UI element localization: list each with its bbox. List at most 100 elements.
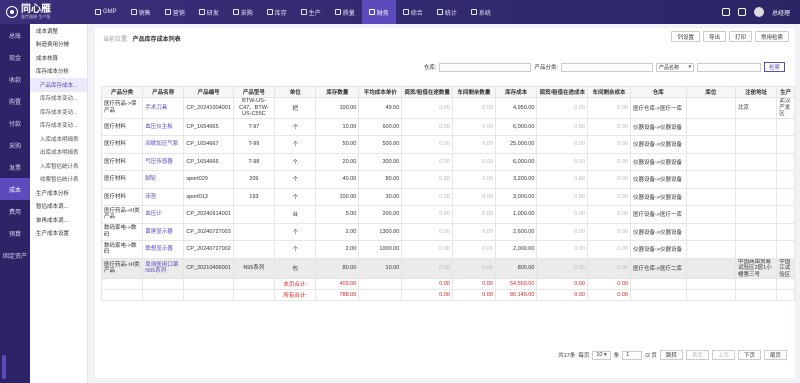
avatar[interactable]: [753, 7, 764, 17]
message-icon[interactable]: [737, 8, 746, 16]
table-cell[interactable]: 血压计: [142, 205, 185, 224]
sidebar-item-7[interactable]: 成本: [0, 178, 30, 200]
table-row[interactable]: 医疗材料 脚轮 sport029 209 个 40.00 80.00 0.00 0.00 3,20…: [101, 170, 795, 189]
submenu-item[interactable]: 入库成本明细表: [30, 132, 87, 146]
sidebar-item-0[interactable]: 总账: [0, 24, 30, 46]
table-cell[interactable]: 血压仪主板: [142, 117, 185, 136]
column-header[interactable]: 生产: [776, 86, 795, 98]
column-header[interactable]: 单位: [273, 86, 317, 98]
column-header[interactable]: 车间剩余成本: [586, 86, 631, 98]
table-row[interactable]: 医疗材料 气压传感器 CP_1654666 T-98 个 20.00 300.00 0.00 0…: [101, 152, 795, 171]
nav-item-11[interactable]: 系统: [464, 0, 498, 24]
submenu-item[interactable]: 库存成本变动...: [30, 119, 87, 133]
toolbar-button[interactable]: 打印: [728, 31, 752, 42]
column-header[interactable]: 库存成本: [494, 86, 538, 98]
column-header[interactable]: 产品名称: [142, 86, 185, 98]
table-row[interactable]: 数码家电->数码 联想显示器 CP_20240727002 个 2.00 1000.00 0…: [101, 240, 795, 259]
jump-button[interactable]: 跳转: [659, 350, 683, 360]
nav-item-6[interactable]: 生产: [294, 0, 328, 24]
nav-item-1[interactable]: 销售: [124, 0, 158, 24]
table-cell[interactable]: 床垫: [142, 187, 185, 206]
prev-page-button[interactable]: 上页: [711, 350, 735, 360]
nav-item-2[interactable]: 营销: [158, 0, 192, 24]
column-header[interactable]: 调货/租借在途成本: [536, 86, 588, 98]
table-row[interactable]: 医疗药品->II类产品 靠测医用口罩N95系列 CP_20210406001 N95系…: [101, 257, 795, 279]
submenu-item[interactable]: 暂估成本调...: [30, 200, 87, 214]
table-row[interactable]: 医疗材料 血压仪主板 CP_1654665 T-97 个 10.00 600.00 0.00 0…: [101, 117, 795, 136]
submenu-item[interactable]: 制造费用分摊: [30, 38, 87, 52]
submenu-item[interactable]: 成本核算: [30, 51, 87, 65]
table-cell[interactable]: 脚轮: [142, 170, 185, 189]
column-header[interactable]: 注册地址: [735, 86, 778, 98]
sidebar-item-6[interactable]: 发票: [0, 156, 30, 178]
field-select[interactable]: 产品名称 ▾: [655, 62, 694, 72]
table-row[interactable]: 数码家电->数码 黄屏显示器 CP_20240727003 个 2.00 1300.00 0…: [101, 222, 795, 241]
column-header[interactable]: 车间剩余数量: [451, 86, 496, 98]
sidebar-item-4[interactable]: 付款: [0, 112, 30, 134]
submenu-item[interactable]: 库存成本分析: [30, 65, 87, 79]
table-cell: 100.00: [315, 187, 360, 206]
column-header[interactable]: 调货/租借在途数量: [401, 86, 453, 98]
nav-item-9[interactable]: 综合: [396, 0, 430, 24]
submenu-item[interactable]: 单再成本调...: [30, 213, 87, 227]
nav-item-10[interactable]: 统计: [430, 0, 464, 24]
submenu-item[interactable]: 入库暂估统计表: [30, 159, 87, 173]
page-input[interactable]: 1: [622, 350, 643, 360]
column-header[interactable]: 产品编号: [183, 86, 234, 98]
nav-item-4[interactable]: 采购: [226, 0, 260, 24]
table-row[interactable]: 医疗药品->保产品 手术刀具 CP_20241004001 BTW-US-C47、BT…: [101, 97, 795, 119]
toolbar-button[interactable]: 导出: [702, 31, 726, 42]
logo[interactable]: 同心雁 医疗器械·生产版: [0, 4, 88, 20]
notification-icon[interactable]: [721, 8, 730, 16]
warehouse-input[interactable]: [439, 62, 532, 72]
nav-item-3[interactable]: 研发: [192, 0, 226, 24]
sidebar-item-8[interactable]: 费用: [0, 200, 30, 222]
page-size-select[interactable]: 10 ▾: [592, 350, 611, 360]
sidebar-item-1[interactable]: 现金: [0, 46, 30, 68]
keyword-input[interactable]: [696, 62, 761, 72]
table-cell[interactable]: 联想显示器: [142, 240, 185, 259]
first-page-button[interactable]: 首页: [685, 350, 709, 360]
table-cell[interactable]: 间歇加压气泵: [142, 135, 185, 154]
submenu-item[interactable]: 出库成本明细表: [30, 146, 87, 160]
submenu-item[interactable]: 成本调整: [30, 24, 87, 38]
toolbar-button[interactable]: 常用检索: [754, 31, 789, 42]
submenu-item[interactable]: 生产成本分析: [30, 186, 87, 200]
nav-item-7[interactable]: 质量: [328, 0, 362, 24]
sidebar-item-3[interactable]: 购置: [0, 90, 30, 112]
table-row[interactable]: 医疗药品->II类产品 血压计 CP_20240914001 台 5.00 200.00 0…: [101, 205, 795, 224]
submenu-item[interactable]: 库存成本变动...: [30, 105, 87, 119]
nav-item-5[interactable]: 库存: [260, 0, 294, 24]
category-input[interactable]: [560, 62, 653, 72]
search-button[interactable]: 检索: [763, 62, 785, 72]
sidebar-item-2[interactable]: 收款: [0, 68, 30, 90]
column-header[interactable]: 库存数量: [315, 86, 360, 98]
table-cell[interactable]: 靠测医用口罩N95系列: [142, 257, 185, 279]
column-header[interactable]: 库位: [685, 86, 737, 98]
column-header[interactable]: 产品分类: [101, 86, 144, 98]
next-page-button[interactable]: 下页: [737, 350, 761, 360]
table-cell[interactable]: 黄屏显示器: [142, 222, 185, 241]
nav-item-8[interactable]: 财务: [361, 0, 396, 24]
table-cell[interactable]: 手术刀具: [142, 97, 185, 119]
submenu-item[interactable]: 库存成本变动...: [30, 92, 87, 106]
table-cell[interactable]: 气压传感器: [142, 152, 185, 171]
column-header[interactable]: 平均成本单价: [358, 86, 403, 98]
toolbar-button[interactable]: 列设置: [671, 31, 700, 42]
nav-item-0[interactable]: GMP: [88, 0, 124, 24]
submenu-item[interactable]: 收票暂估统计表: [30, 173, 87, 187]
table-cell: 个: [273, 187, 317, 206]
user-name[interactable]: 总经理: [772, 8, 790, 17]
table-row[interactable]: 医疗材料 床垫 sport013 193 个 100.00 30.00 0.00 0.00 3,0…: [101, 187, 795, 206]
submenu-item[interactable]: 产品库存成本...: [30, 78, 87, 92]
summary-cell: [183, 289, 234, 301]
last-page-button[interactable]: 尾页: [763, 350, 787, 360]
submenu-item[interactable]: 生产成本设置: [30, 227, 87, 241]
column-header[interactable]: 仓库: [629, 86, 687, 98]
sidebar-item-9[interactable]: 预算: [0, 222, 30, 244]
table-row[interactable]: 医疗材料 间歇加压气泵 CP_1654667 T-99 个 50.00 500.00 0.00…: [101, 135, 795, 154]
sidebar-item-10[interactable]: 固定资产: [0, 244, 30, 266]
column-header[interactable]: 产品型号: [232, 86, 275, 98]
sidebar-item-5[interactable]: 采购: [0, 134, 30, 156]
sidebar-scrollbar[interactable]: [2, 355, 6, 379]
